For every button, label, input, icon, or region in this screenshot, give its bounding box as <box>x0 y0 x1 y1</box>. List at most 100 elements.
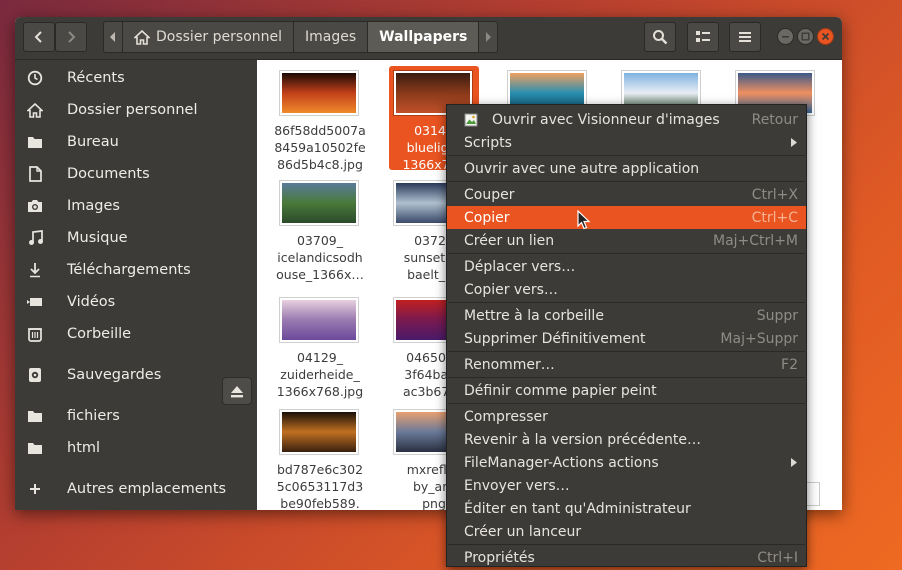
close-button[interactable] <box>817 28 834 45</box>
breadcrumb: Dossier personnel Images Wallpapers <box>103 21 499 53</box>
menu-item-scripts[interactable]: Scripts <box>447 131 806 154</box>
clock-icon <box>26 69 44 87</box>
search-icon <box>653 30 668 45</box>
menu-separator <box>448 544 805 545</box>
menu-item-shortcut: Maj+Ctrl+M <box>713 232 798 249</box>
menu-item-label: Éditer en tant qu'Administrateur <box>464 500 691 517</box>
menu-item-rename[interactable]: Renommer… F2 <box>447 353 806 376</box>
sidebar-item-label: Documents <box>67 166 150 182</box>
menu-item-shortcut: F2 <box>781 356 798 373</box>
video-icon <box>26 293 44 311</box>
sidebar-item-bureau[interactable]: Bureau <box>15 127 257 157</box>
menu-item-copy-to[interactable]: Copier vers… <box>447 278 806 301</box>
menu-item-copy[interactable]: Copier Ctrl+C <box>447 206 806 229</box>
sidebar-item-telechargements[interactable]: Téléchargements <box>15 255 257 285</box>
menu-item-label: Propriétés <box>464 549 535 566</box>
sidebar-item-images[interactable]: Images <box>15 191 257 221</box>
menu-item-delete-permanently[interactable]: Supprimer Définitivement Maj+Suppr <box>447 327 806 350</box>
sidebar-item-label: Sauvegardes <box>67 367 162 383</box>
download-icon <box>26 261 44 279</box>
minimize-button[interactable] <box>777 28 794 45</box>
sidebar-item-corbeille[interactable]: Corbeille <box>15 319 257 349</box>
sidebar-item-label: Vidéos <box>67 294 116 310</box>
sidebar-item-sauvegardes[interactable]: Sauvegardes <box>15 360 257 390</box>
menu-item-properties[interactable]: Propriétés Ctrl+I <box>447 546 806 569</box>
breadcrumb-images-label: Images <box>305 29 357 45</box>
menu-item-open-with-other[interactable]: Ouvrir avec une autre application <box>447 157 806 180</box>
sidebar-item-documents[interactable]: Documents <box>15 159 257 189</box>
menu-separator <box>448 351 805 352</box>
menu-item-send-to[interactable]: Envoyer vers… <box>447 474 806 497</box>
menu-item-label: Définir comme papier peint <box>464 382 657 399</box>
image-viewer-icon <box>464 113 478 126</box>
menu-item-filemanager-actions[interactable]: FileManager-Actions actions <box>447 451 806 474</box>
menu-separator <box>448 377 805 378</box>
menu-item-label: Ouvrir avec Visionneur d'images <box>492 111 720 128</box>
menu-item-label: Compresser <box>464 408 548 425</box>
file-thumbnail <box>279 180 359 226</box>
view-toggle-button[interactable] <box>687 22 719 52</box>
maximize-button[interactable] <box>797 28 814 45</box>
sidebar-item-label: Téléchargements <box>67 262 191 278</box>
menu-item-label: Copier vers… <box>464 281 558 298</box>
sidebar-item-autres-emplacements[interactable]: Autres emplacements <box>15 474 257 504</box>
sidebar-item-html[interactable]: html <box>15 433 257 463</box>
sidebar-item-label: html <box>67 440 101 456</box>
menu-item-move-to[interactable]: Déplacer vers… <box>447 255 806 278</box>
sidebar-item-fichiers[interactable]: fichiers <box>15 401 257 431</box>
menu-item-label: Revenir à la version précédente… <box>464 431 701 448</box>
sidebar-item-label: Images <box>67 198 120 214</box>
sidebar-item-label: Récents <box>67 70 125 86</box>
menu-item-label: Copier <box>464 209 510 226</box>
breadcrumb-home-label: Dossier personnel <box>156 29 283 45</box>
triangle-left-icon <box>110 32 115 42</box>
sidebar-item-home[interactable]: Dossier personnel <box>15 95 257 125</box>
chevron-left-icon <box>34 31 42 43</box>
menu-item-shortcut: Suppr <box>756 307 798 324</box>
file-name: bd787e6c302 5c0653117d3 be90feb589. <box>272 461 368 510</box>
menu-item-create-link[interactable]: Créer un lien Maj+Ctrl+M <box>447 229 806 252</box>
menu-item-move-to-trash[interactable]: Mettre à la corbeille Suppr <box>447 304 806 327</box>
sidebar-item-label: fichiers <box>67 408 120 424</box>
sidebar-item-musique[interactable]: Musique <box>15 223 257 253</box>
menu-item-edit-as-admin[interactable]: Éditer en tant qu'Administrateur <box>447 497 806 520</box>
chevron-right-icon <box>68 31 76 43</box>
back-button[interactable] <box>23 22 55 52</box>
breadcrumb-scroll-left[interactable] <box>104 22 123 52</box>
forward-button[interactable] <box>55 22 87 52</box>
file-name-line: 1366x768.jpg <box>276 384 364 399</box>
menu-item-label: Créer un lanceur <box>464 523 582 540</box>
menu-item-set-wallpaper[interactable]: Définir comme papier peint <box>447 379 806 402</box>
menu-item-cut[interactable]: Couper Ctrl+X <box>447 183 806 206</box>
camera-icon <box>26 197 44 215</box>
breadcrumb-wallpapers[interactable]: Wallpapers <box>368 22 480 52</box>
document-icon <box>26 165 44 183</box>
context-menu: Ouvrir avec Visionneur d'images Retour S… <box>446 104 807 567</box>
maximize-icon <box>801 32 810 41</box>
sidebar-item-videos[interactable]: Vidéos <box>15 287 257 317</box>
file-name: 03709_ icelandicsodh ouse_1366x… <box>272 232 368 283</box>
file-name-line: be90feb589. <box>280 496 360 510</box>
menu-item-shortcut: Ctrl+C <box>751 209 798 226</box>
menu-separator <box>448 403 805 404</box>
menu-item-compress[interactable]: Compresser <box>447 405 806 428</box>
menu-item-label: Ouvrir avec une autre application <box>464 160 700 177</box>
search-button[interactable] <box>644 22 676 52</box>
file-name: 04129_ zuiderheide_ 1366x768.jpg <box>272 349 368 400</box>
menu-item-label: Supprimer Définitivement <box>464 330 646 347</box>
folder-icon <box>26 133 44 151</box>
breadcrumb-home[interactable]: Dossier personnel <box>123 22 295 52</box>
file-name-line: zuiderheide_ <box>280 367 360 382</box>
menu-icon <box>739 32 751 42</box>
menu-button[interactable] <box>729 22 761 52</box>
breadcrumb-images[interactable]: Images <box>294 22 369 52</box>
file-thumbnail <box>279 409 359 455</box>
sidebar-item-label: Autres emplacements <box>67 481 227 497</box>
menu-item-label: FileManager-Actions actions <box>464 454 659 471</box>
menu-item-revert-version[interactable]: Revenir à la version précédente… <box>447 428 806 451</box>
menu-item-create-launcher[interactable]: Créer un lanceur <box>447 520 806 543</box>
view-grid-icon <box>696 31 710 42</box>
breadcrumb-scroll-right[interactable] <box>479 22 498 52</box>
sidebar-item-recents[interactable]: Récents <box>15 63 257 93</box>
menu-item-open-with-image-viewer[interactable]: Ouvrir avec Visionneur d'images Retour <box>447 108 806 131</box>
